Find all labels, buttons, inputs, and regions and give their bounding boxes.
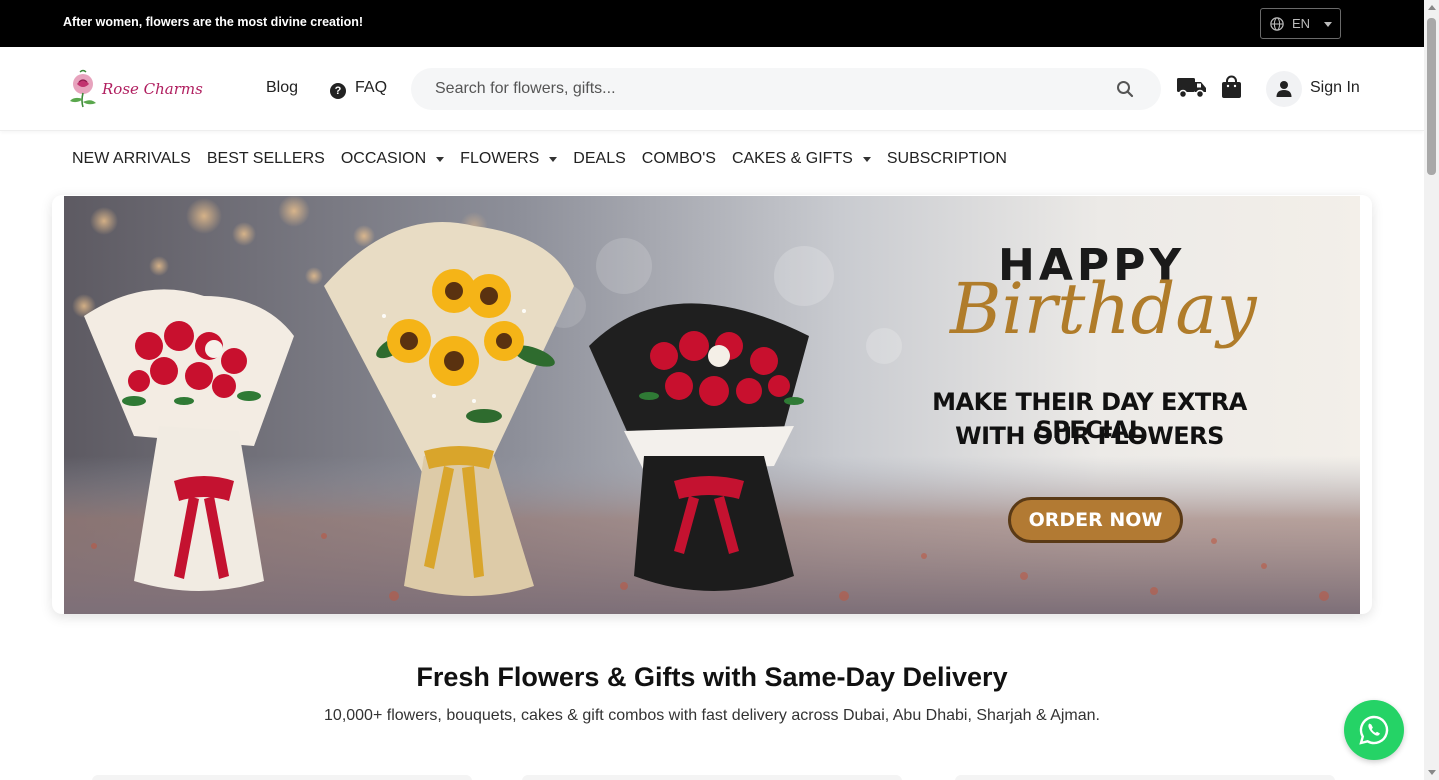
scroll-down-icon[interactable]: [1428, 770, 1436, 775]
chevron-down-icon: [1324, 22, 1332, 27]
faq-link[interactable]: ? FAQ: [330, 79, 387, 99]
section-title: Fresh Flowers & Gifts with Same-Day Deli…: [416, 662, 1008, 692]
page: After women, flowers are the most divine…: [0, 0, 1439, 780]
nav-deals[interactable]: DEALS: [573, 150, 625, 170]
product-card[interactable]: [955, 775, 1335, 780]
product-card[interactable]: [522, 775, 902, 780]
nav-new-arrivals[interactable]: NEW ARRIVALS: [72, 150, 191, 170]
logo-text: Rose Charms: [102, 80, 203, 98]
nav-combos[interactable]: COMBO'S: [642, 150, 716, 170]
section-subtitle: 10,000+ flowers, bouquets, cakes & gift …: [324, 707, 1100, 724]
search-input[interactable]: [435, 68, 1095, 110]
hero-banner[interactable]: HAPPY Birthday MAKE THEIR DAY EXTRA SPEC…: [64, 196, 1360, 614]
scroll-up-icon[interactable]: [1428, 5, 1436, 10]
whatsapp-chat-button[interactable]: [1344, 700, 1404, 760]
rose-logo-icon: [70, 69, 96, 108]
whatsapp-icon: [1359, 715, 1389, 745]
user-icon: [1276, 81, 1292, 97]
banner-script-heading: Birthday: [950, 268, 1257, 350]
delivery-truck-icon[interactable]: [1177, 76, 1206, 99]
blog-link[interactable]: Blog: [266, 79, 298, 97]
sign-in-link[interactable]: Sign In: [1310, 79, 1360, 97]
nav-subscription[interactable]: SUBSCRIPTION: [887, 150, 1007, 170]
user-avatar[interactable]: [1266, 71, 1302, 107]
order-now-button[interactable]: ORDER NOW: [1008, 497, 1183, 543]
language-selector[interactable]: EN: [1260, 8, 1341, 39]
shopping-bag-icon[interactable]: [1221, 75, 1242, 99]
announcement-bar: After women, flowers are the most divine…: [0, 0, 1424, 47]
scrollbar-thumb[interactable]: [1427, 18, 1436, 175]
nav-best-sellers[interactable]: BEST SELLERS: [207, 150, 325, 170]
search-bar: [411, 68, 1161, 110]
product-card[interactable]: [92, 775, 472, 780]
nav-flowers-dropdown[interactable]: FLOWERS: [460, 150, 558, 170]
main-header: Rose Charms Blog ? FAQ Search for flower…: [0, 47, 1424, 131]
nav-occasion-dropdown[interactable]: OCCASION: [341, 150, 445, 170]
faq-label: FAQ: [355, 79, 388, 96]
nav-cakes-gifts-dropdown[interactable]: CAKES & GIFTS: [732, 150, 871, 170]
category-nav: NEW ARRIVALS BEST SELLERS OCCASION FLOWE…: [72, 150, 1023, 170]
language-code: EN: [1292, 16, 1311, 31]
banner-tagline-2: WITH OUR FLOWERS: [955, 422, 1224, 450]
page-scrollbar[interactable]: [1424, 0, 1439, 780]
search-icon[interactable]: [1116, 80, 1134, 98]
tagline: After women, flowers are the most divine…: [63, 15, 364, 29]
logo[interactable]: Rose Charms: [66, 69, 203, 109]
globe-icon: [1270, 17, 1284, 31]
question-icon: ?: [330, 83, 346, 99]
